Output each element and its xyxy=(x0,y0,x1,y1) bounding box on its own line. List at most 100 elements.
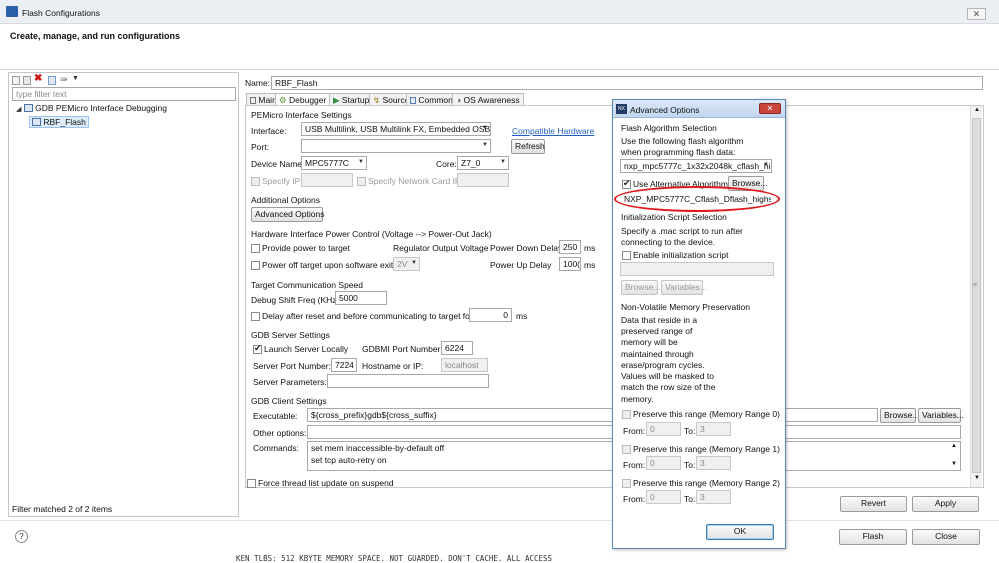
power-up-input[interactable]: 100( xyxy=(559,257,581,271)
server-params-input[interactable] xyxy=(327,374,489,388)
core-select[interactable]: Z7_0 xyxy=(457,156,509,170)
delay-input[interactable]: 0 xyxy=(469,308,512,322)
hostname-input[interactable]: localhost xyxy=(441,358,488,372)
range0-checkbox[interactable] xyxy=(622,410,631,419)
scroll-thumb[interactable] xyxy=(972,118,981,473)
name-input[interactable]: RBF_Flash xyxy=(271,76,983,90)
tree-panel: ✖ ⇛ ▼ type filter text ◢ GDB PEMicro Int… xyxy=(8,72,239,517)
range0-from-label: From: xyxy=(623,426,646,436)
power-down-input[interactable]: 250 xyxy=(559,240,581,254)
range0-to-label: To: xyxy=(684,426,696,436)
device-select[interactable]: MPC5777C xyxy=(301,156,367,170)
tab-os-awareness[interactable]: ◑ OS Awareness xyxy=(452,93,524,105)
launch-local-checkbox[interactable] xyxy=(253,343,262,354)
range2-from-label: From: xyxy=(623,494,646,504)
provide-power-checkbox[interactable] xyxy=(251,244,260,253)
ip-input[interactable] xyxy=(301,173,353,187)
enable-init-checkbox[interactable] xyxy=(622,251,631,260)
dialog-title-bar: NX Advanced Options ✕ xyxy=(613,100,785,118)
flash-button[interactable]: Flash xyxy=(839,529,907,545)
vertical-scrollbar[interactable]: ▲ ≡ ▼ xyxy=(970,106,982,487)
tab-common[interactable]: Common xyxy=(406,93,457,105)
tab-debugger[interactable]: ⚙ Debugger xyxy=(275,93,331,105)
executable-input[interactable]: ${cross_prefix}gdb${cross_suffix} xyxy=(307,408,878,422)
help-icon[interactable]: ? xyxy=(15,530,28,543)
close-button[interactable]: Close xyxy=(912,529,980,545)
init-desc-2: connecting to the device. xyxy=(621,237,716,247)
voltage-select[interactable]: 2V xyxy=(393,257,420,271)
init-variables-button[interactable]: Variables... xyxy=(661,280,707,295)
collapse-all-icon[interactable] xyxy=(48,76,56,85)
filter-icon[interactable]: ⇛ xyxy=(60,74,68,85)
use-alternative-checkbox[interactable] xyxy=(622,178,631,189)
range1-checkbox[interactable] xyxy=(622,445,631,454)
interface-label: Interface: xyxy=(251,126,287,136)
nxp-logo-icon: NX xyxy=(616,104,627,114)
gdb-config-icon xyxy=(23,104,33,112)
gdbmi-port-input[interactable]: 6224 xyxy=(441,341,473,355)
core-label: Core: xyxy=(436,159,457,169)
regulator-output-label: Regulator Output Voltage xyxy=(393,243,489,253)
dialog-ok-button[interactable]: OK xyxy=(706,524,774,540)
new-config-icon[interactable] xyxy=(12,76,20,85)
range0-to-input[interactable]: 3 xyxy=(696,422,731,436)
view-menu-icon[interactable]: ▼ xyxy=(72,75,79,82)
specify-nic-checkbox[interactable] xyxy=(357,177,366,186)
power-section-title: Hardware Interface Power Control (Voltag… xyxy=(251,229,492,239)
power-off-checkbox[interactable] xyxy=(251,261,260,270)
compatible-hardware-link[interactable]: Compatible Hardware xyxy=(512,126,594,136)
init-script-input[interactable] xyxy=(620,262,774,276)
power-up-label: Power Up Delay xyxy=(490,260,552,270)
commands-scroll-down-icon[interactable]: ▼ xyxy=(951,461,957,467)
force-thread-checkbox[interactable] xyxy=(247,479,256,488)
device-name-label: Device Name: xyxy=(251,159,305,169)
source-tab-icon: ↯ xyxy=(373,95,381,105)
filter-status: Filter matched 2 of 2 items xyxy=(12,504,113,514)
server-port-label: Server Port Number: xyxy=(253,361,331,371)
scroll-down-icon[interactable]: ▼ xyxy=(974,475,980,481)
range2-checkbox[interactable] xyxy=(622,479,631,488)
variables-button[interactable]: Variables... xyxy=(918,408,964,423)
launch-local-label: Launch Server Locally xyxy=(264,344,349,354)
refresh-button[interactable]: Refresh xyxy=(511,139,545,154)
nic-input[interactable] xyxy=(457,173,509,187)
dialog-title: Advanced Options xyxy=(630,105,700,115)
algo-desc-2: when programming flash data: xyxy=(621,147,736,157)
scroll-up-icon[interactable]: ▲ xyxy=(974,107,980,113)
apply-button[interactable]: Apply xyxy=(912,496,979,512)
server-port-input[interactable]: 7224 xyxy=(331,358,357,372)
range0-from-input[interactable]: 0 xyxy=(646,422,681,436)
revert-button[interactable]: Revert xyxy=(840,496,907,512)
commands-scroll-up-icon[interactable]: ▲ xyxy=(951,443,957,449)
dialog-close-button[interactable]: ✕ xyxy=(759,103,781,114)
interface-select[interactable]: USB Multilink, USB Multilink FX, Embedde… xyxy=(301,122,491,136)
init-browse-button[interactable]: Browse... xyxy=(621,280,660,295)
shift-freq-label: Debug Shift Freq (KHz) xyxy=(251,295,340,305)
filter-input[interactable]: type filter text xyxy=(12,87,236,101)
page-title: Create, manage, and run configurations xyxy=(10,31,181,41)
executable-label: Executable: xyxy=(253,411,298,421)
expand-arrow-icon[interactable]: ◢ xyxy=(16,106,21,113)
close-window-button[interactable]: ✕ xyxy=(967,8,986,20)
tree-root-item[interactable]: ◢ GDB PEMicro Interface Debugging xyxy=(16,103,167,113)
range1-to-input[interactable]: 3 xyxy=(696,456,731,470)
range2-from-input[interactable]: 0 xyxy=(646,490,681,504)
common-tab-icon xyxy=(410,97,416,104)
specify-ip-checkbox[interactable] xyxy=(251,177,260,186)
algorithm-select[interactable]: nxp_mpc5777c_1x32x2048k_cflash_hig xyxy=(620,159,772,173)
browse-button[interactable]: Browse... xyxy=(880,408,919,423)
port-select[interactable] xyxy=(301,139,491,153)
delay-checkbox[interactable] xyxy=(251,312,260,321)
range2-label: Preserve this range (Memory Range 2) xyxy=(633,478,780,488)
delete-icon[interactable]: ✖ xyxy=(34,73,42,84)
shift-freq-input[interactable]: 5000 xyxy=(335,291,387,305)
range2-to-input[interactable]: 3 xyxy=(696,490,731,504)
tree-child-item[interactable]: RBF_Flash xyxy=(29,116,89,128)
provide-power-label: Provide power to target xyxy=(262,243,350,253)
duplicate-icon[interactable] xyxy=(23,76,31,85)
tab-startup[interactable]: ▶ Startup xyxy=(329,93,374,105)
advanced-options-button[interactable]: Advanced Options xyxy=(251,207,324,222)
title-bar: Flash Configurations ✕ xyxy=(0,0,999,24)
nvm-line: Data that reside in a xyxy=(621,315,698,325)
range1-from-input[interactable]: 0 xyxy=(646,456,681,470)
